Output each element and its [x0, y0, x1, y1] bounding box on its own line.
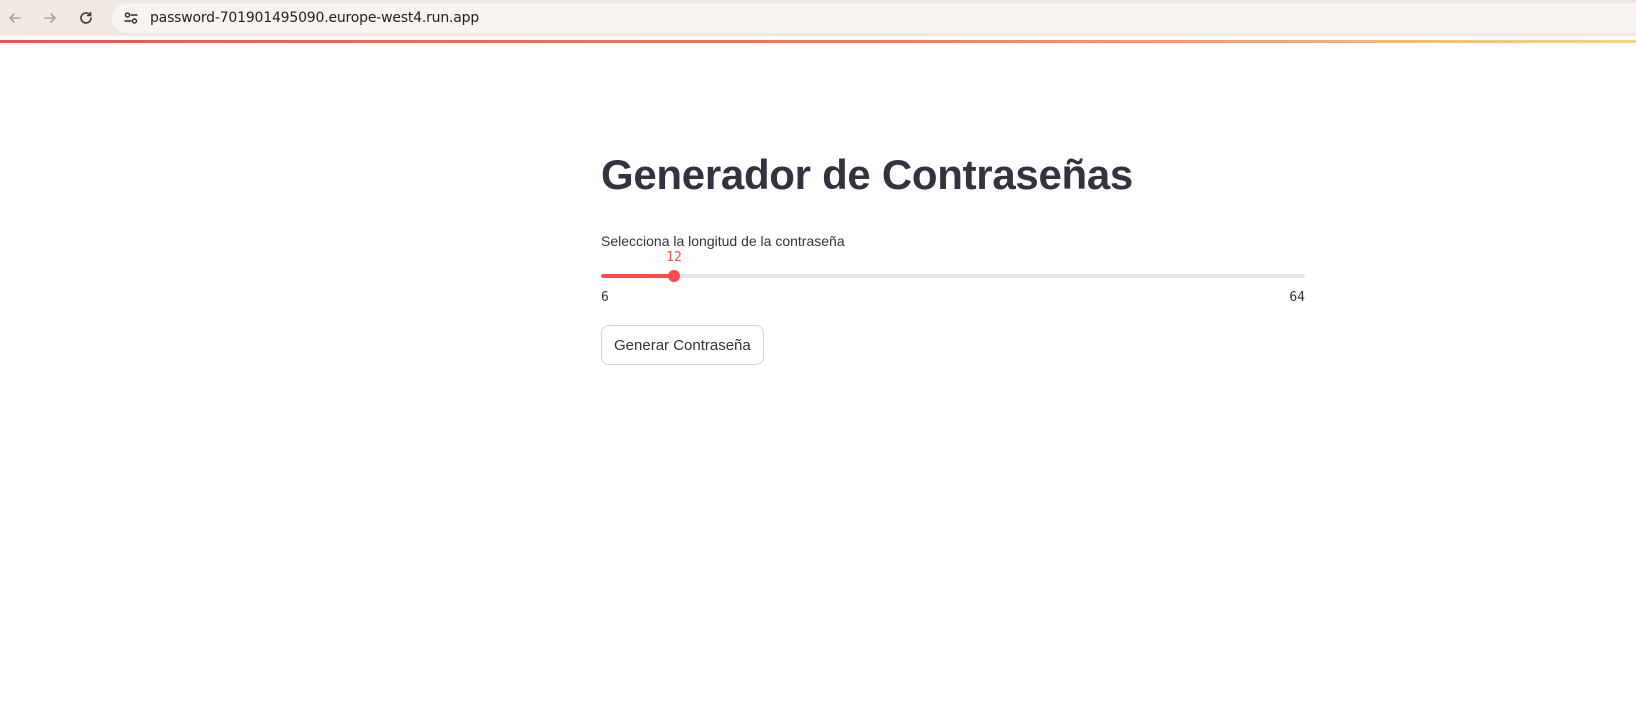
slider-label: Selecciona la longitud de la contraseña — [601, 233, 845, 249]
slider-track[interactable] — [601, 274, 1305, 278]
loading-progress-bar — [0, 40, 1636, 43]
slider-max-label: 64 — [1289, 290, 1305, 305]
generate-password-button[interactable]: Generar Contraseña — [601, 325, 764, 365]
back-button[interactable] — [3, 6, 27, 30]
slider-current-value: 12 — [666, 250, 682, 265]
length-slider[interactable]: 12 6 64 — [601, 250, 1305, 310]
slider-fill — [601, 274, 674, 278]
main-content: Generador de Contraseñas Selecciona la l… — [601, 150, 1305, 365]
arrow-right-icon — [44, 13, 56, 23]
site-settings-icon — [124, 12, 138, 24]
url-text[interactable]: password-701901495090.europe-west4.run.a… — [150, 10, 479, 26]
arrow-left-icon — [9, 13, 21, 23]
address-bar[interactable]: password-701901495090.europe-west4.run.a… — [112, 3, 1636, 33]
page-title: Generador de Contraseñas — [601, 151, 1133, 198]
browser-toolbar: password-701901495090.europe-west4.run.a… — [0, 0, 1636, 36]
slider-min-label: 6 — [601, 290, 609, 305]
reload-button[interactable] — [74, 6, 98, 30]
reload-icon — [80, 11, 92, 24]
slider-thumb[interactable] — [668, 270, 680, 282]
forward-button[interactable] — [38, 6, 62, 30]
site-info-button[interactable] — [119, 6, 143, 30]
